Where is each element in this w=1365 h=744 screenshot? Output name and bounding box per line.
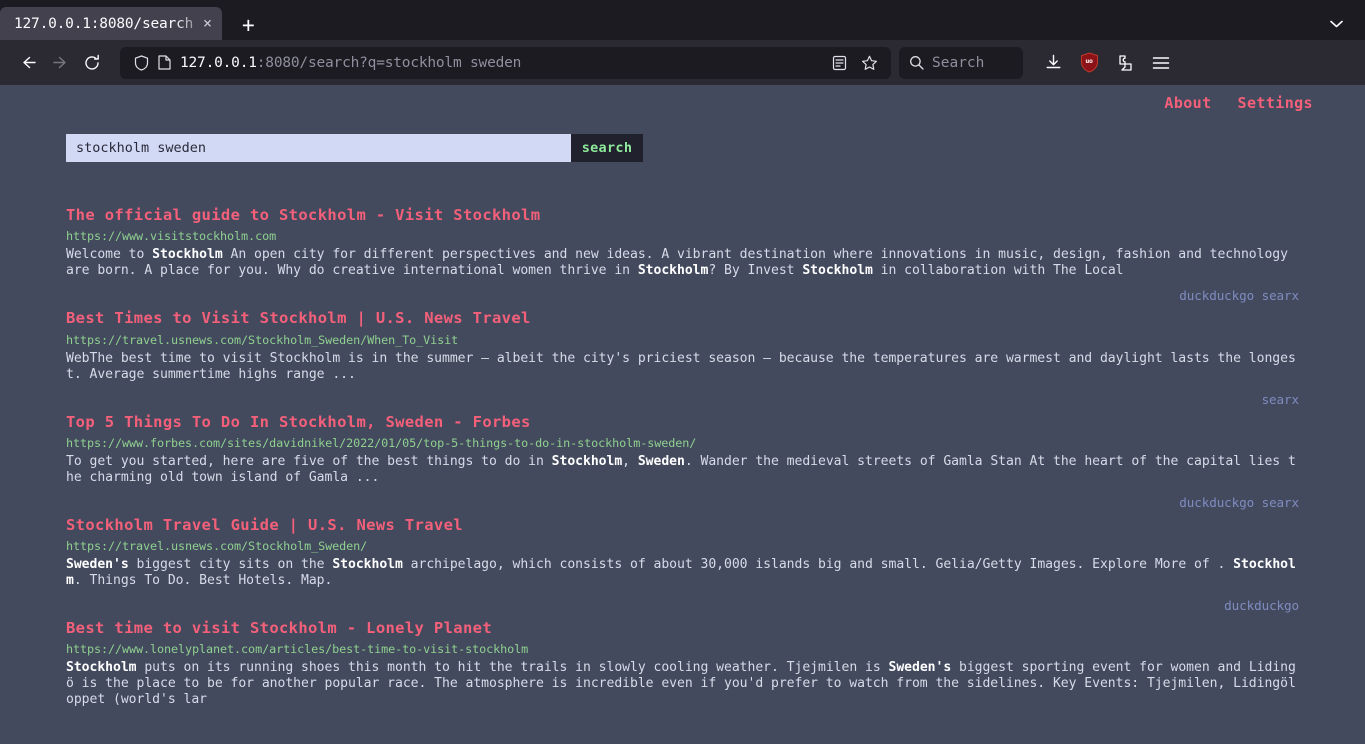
- result-url[interactable]: https://travel.usnews.com/Stockholm_Swed…: [66, 332, 1299, 349]
- result-engines: searx: [1261, 391, 1300, 407]
- url-bar-actions: [825, 49, 883, 77]
- result-snippet: Stockholm puts on its running shoes this…: [66, 660, 1296, 708]
- result-title[interactable]: Best time to visit Stockholm - Lonely Pl…: [66, 617, 1299, 640]
- close-icon[interactable]: ×: [201, 14, 214, 33]
- result-engines: duckduckgo searx: [1179, 494, 1299, 510]
- url-bar[interactable]: 127.0.0.1:8080/search?q=stockholm sweden: [120, 46, 891, 79]
- tab-strip: 127.0.0.1:8080/search × +: [0, 0, 1365, 40]
- app-menu-icon[interactable]: [1145, 47, 1177, 79]
- page-header-nav: About Settings: [0, 85, 1365, 121]
- new-tab-button[interactable]: +: [242, 15, 255, 36]
- result-snippet: Sweden's biggest city sits on the Stockh…: [66, 557, 1296, 589]
- shield-icon[interactable]: [134, 54, 149, 71]
- result-title[interactable]: Stockholm Travel Guide | U.S. News Trave…: [66, 514, 1299, 537]
- browser-tab[interactable]: 127.0.0.1:8080/search ×: [0, 7, 222, 40]
- result-snippet: To get you started, here are five of the…: [66, 453, 1296, 485]
- ublock-badge: uo: [1085, 57, 1093, 65]
- search-icon: [909, 55, 924, 70]
- result-item: Top 5 Things To Do In Stockholm, Sweden …: [66, 411, 1299, 510]
- result-engines: duckduckgo: [1224, 598, 1299, 614]
- tab-title: 127.0.0.1:8080/search: [14, 15, 194, 32]
- forward-icon: [44, 47, 76, 79]
- result-snippet: Welcome to Stockholm An open city for di…: [66, 247, 1288, 279]
- result-item: Best Times to Visit Stockholm | U.S. New…: [66, 307, 1299, 406]
- result-url[interactable]: https://www.lonelyplanet.com/articles/be…: [66, 641, 1299, 658]
- result-engines: duckduckgo searx: [1179, 288, 1299, 304]
- search-input[interactable]: [66, 134, 571, 162]
- chevron-down-icon[interactable]: [1330, 18, 1343, 31]
- result-item: Best time to visit Stockholm - Lonely Pl…: [66, 617, 1299, 708]
- browser-search-placeholder: Search: [932, 54, 985, 71]
- navigation-toolbar: 127.0.0.1:8080/search?q=stockholm sweden…: [0, 40, 1365, 85]
- result-url[interactable]: https://www.forbes.com/sites/davidnikel/…: [66, 435, 1299, 452]
- url-text: 127.0.0.1:8080/search?q=stockholm sweden: [180, 55, 825, 71]
- extensions-icon[interactable]: [1109, 47, 1141, 79]
- result-snippet: WebThe best time to visit Stockholm is i…: [66, 350, 1296, 382]
- nav-link-about[interactable]: About: [1164, 94, 1211, 112]
- nav-link-settings[interactable]: Settings: [1238, 94, 1313, 112]
- results-list: The official guide to Stockholm - Visit …: [0, 204, 1365, 708]
- reload-icon[interactable]: [76, 47, 108, 79]
- toolbar-right: uo: [1037, 47, 1177, 79]
- url-host: 127.0.0.1: [180, 54, 257, 71]
- back-icon[interactable]: [12, 47, 44, 79]
- url-path: :8080/search?q=stockholm sweden: [256, 54, 522, 71]
- page-document-icon[interactable]: [158, 55, 171, 70]
- result-title[interactable]: The official guide to Stockholm - Visit …: [66, 204, 1299, 227]
- ublock-origin-icon[interactable]: uo: [1073, 47, 1105, 79]
- result-title[interactable]: Best Times to Visit Stockholm | U.S. New…: [66, 307, 1299, 330]
- search-form: search: [66, 134, 643, 162]
- searx-results-page: About Settings search The official guide…: [0, 85, 1365, 744]
- bookmark-star-icon[interactable]: [855, 49, 883, 77]
- result-url[interactable]: https://travel.usnews.com/Stockholm_Swed…: [66, 538, 1299, 555]
- result-title[interactable]: Top 5 Things To Do In Stockholm, Sweden …: [66, 411, 1299, 434]
- browser-search-bar[interactable]: Search: [899, 46, 1023, 79]
- search-submit-button[interactable]: search: [571, 134, 643, 162]
- downloads-icon[interactable]: [1037, 47, 1069, 79]
- result-url[interactable]: https://www.visitstockholm.com: [66, 228, 1299, 245]
- reader-mode-icon[interactable]: [825, 49, 853, 77]
- result-item: The official guide to Stockholm - Visit …: [66, 204, 1299, 303]
- result-item: Stockholm Travel Guide | U.S. News Trave…: [66, 514, 1299, 613]
